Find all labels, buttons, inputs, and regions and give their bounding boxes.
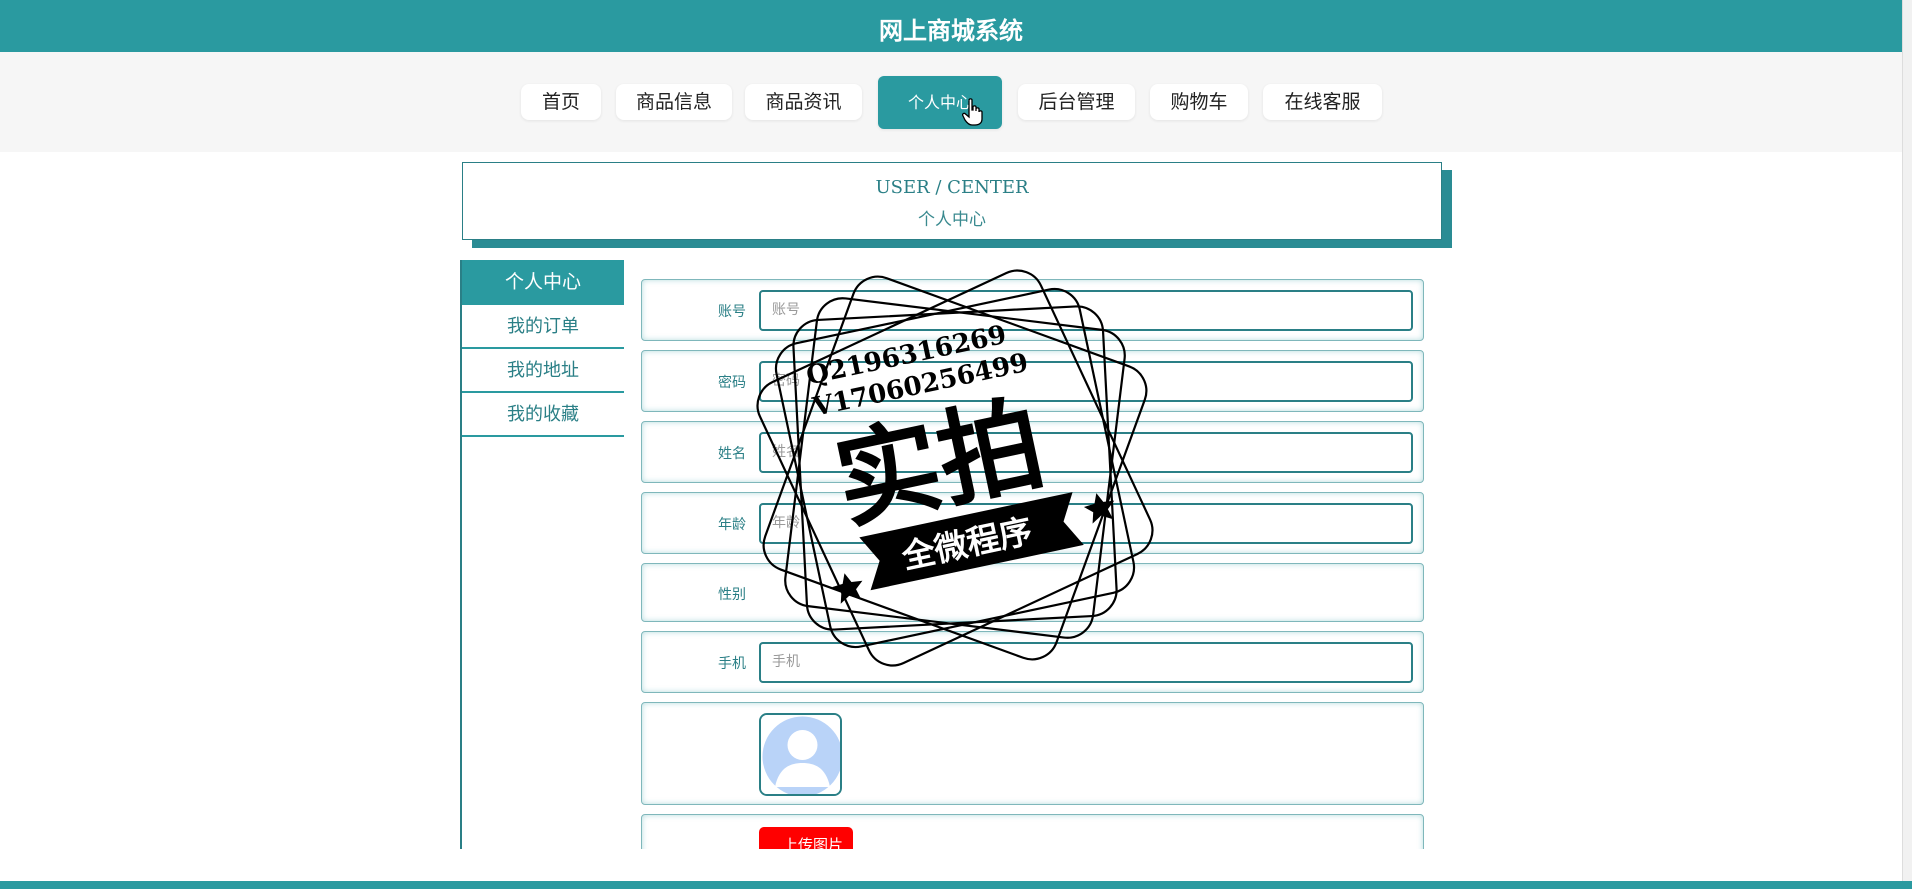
nav-news[interactable]: 商品资讯 bbox=[745, 84, 862, 120]
content-clip bbox=[0, 849, 1902, 881]
footer-bar bbox=[0, 881, 1912, 889]
app-title: 网上商城系统 bbox=[879, 17, 1023, 45]
banner-title-cn: 个人中心 bbox=[918, 210, 986, 230]
page-scrollbar[interactable] bbox=[1902, 0, 1912, 889]
sidebar-item-orders[interactable]: 我的订单 bbox=[462, 305, 624, 349]
phone-label: 手机 bbox=[718, 656, 746, 672]
user-avatar-icon bbox=[761, 715, 840, 794]
page-banner: USER / CENTER 个人中心 bbox=[462, 162, 1442, 240]
nav-admin[interactable]: 后台管理 bbox=[1018, 84, 1135, 120]
nav-products[interactable]: 商品信息 bbox=[616, 84, 732, 120]
form-row-avatar bbox=[641, 702, 1424, 805]
nav-support[interactable]: 在线客服 bbox=[1263, 84, 1382, 120]
password-label: 密码 bbox=[718, 375, 746, 391]
account-label: 账号 bbox=[718, 304, 746, 320]
banner-title-en: USER / CENTER bbox=[875, 177, 1029, 198]
nav-cart[interactable]: 购物车 bbox=[1150, 84, 1248, 120]
sidebar-header[interactable]: 个人中心 bbox=[462, 260, 624, 305]
nav-home[interactable]: 首页 bbox=[521, 84, 601, 120]
watermark-stamp: Q2196316269 V17060256499 实拍 全微程序 bbox=[756, 269, 1154, 667]
sidebar-item-favorites[interactable]: 我的收藏 bbox=[462, 393, 624, 437]
sidebar-item-address[interactable]: 我的地址 bbox=[462, 349, 624, 393]
name-label: 姓名 bbox=[718, 446, 746, 462]
gender-label: 性别 bbox=[718, 587, 746, 603]
top-header-bar: 网上商城系统 bbox=[0, 0, 1902, 52]
avatar[interactable] bbox=[759, 713, 842, 796]
hand-cursor-icon bbox=[962, 98, 983, 126]
user-sidebar: 个人中心 我的订单 我的地址 我的收藏 bbox=[460, 260, 624, 850]
age-label: 年龄 bbox=[718, 517, 746, 533]
